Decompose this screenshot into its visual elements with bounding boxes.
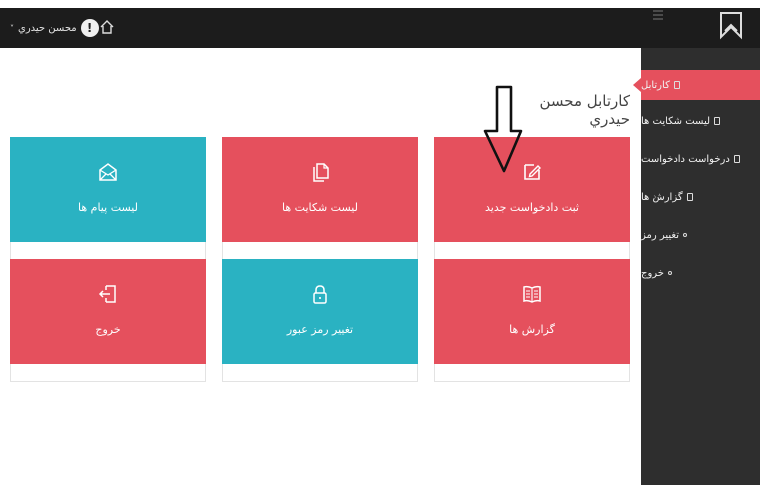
chevron-left-icon: ‹ xyxy=(653,191,657,203)
book-icon xyxy=(521,283,543,309)
sidebar-item-label: خروج xyxy=(641,267,664,279)
exit-icon xyxy=(97,283,119,309)
report-icon xyxy=(686,193,693,201)
sidebar: کارتابل لیست شکایت ها درخواست دادخواست ‹… xyxy=(633,48,760,485)
tile-label: تغییر رمز عبور xyxy=(286,323,354,336)
sidebar-item-dashboard[interactable]: کارتابل xyxy=(633,70,760,100)
sidebar-item-complaints[interactable]: لیست شکایت ها xyxy=(641,106,760,136)
sidebar-item-logout[interactable]: خروج xyxy=(641,258,760,288)
tile-label: لیست شکایت ها xyxy=(282,201,358,214)
sidebar-item-label: درخواست دادخواست xyxy=(641,153,730,165)
down-arrow-annotation xyxy=(481,85,525,179)
tile-logout[interactable]: خروج xyxy=(10,259,206,382)
tile-label: خروج xyxy=(95,323,121,336)
sidebar-item-label: کارتابل xyxy=(641,79,670,91)
top-navbar: ˅ محسن حيدري ! xyxy=(0,8,760,48)
lock-icon xyxy=(309,283,331,309)
mail-icon xyxy=(97,161,119,187)
sidebar-item-label: تغییر رمز xyxy=(641,229,680,241)
sidebar-item-change-password[interactable]: تغییر رمز xyxy=(641,220,760,250)
tile-label: گزارش ها xyxy=(509,323,555,336)
tile-messages-list[interactable]: لیست پیام ها xyxy=(10,137,206,260)
user-menu[interactable]: ˅ محسن حيدري ! xyxy=(10,17,99,39)
sidebar-item-label: لیست شکایت ها xyxy=(641,115,711,127)
sidebar-item-reports[interactable]: ‹ گزارش ها xyxy=(641,182,760,212)
logo-icon[interactable] xyxy=(718,10,744,44)
avatar[interactable]: ! xyxy=(80,19,99,37)
user-name[interactable]: محسن حيدري xyxy=(18,23,77,34)
hamburger-icon[interactable] xyxy=(651,8,665,22)
list-icon xyxy=(714,117,721,125)
tile-complaints-list[interactable]: لیست شکایت ها xyxy=(222,137,418,260)
tile-label: لیست پیام ها xyxy=(78,201,138,214)
document-icon xyxy=(733,155,740,163)
tile-reports[interactable]: گزارش ها xyxy=(434,259,630,382)
tile-label: ثبت دادخواست جدید xyxy=(485,201,579,214)
dashboard-icon xyxy=(673,81,680,89)
home-icon[interactable] xyxy=(99,19,115,39)
documents-icon xyxy=(309,161,331,187)
tile-new-petition[interactable]: ثبت دادخواست جدید xyxy=(434,137,630,260)
chevron-down-icon: ˅ xyxy=(10,23,14,33)
sidebar-item-label: گزارش ها xyxy=(641,191,683,203)
key-icon xyxy=(683,233,688,237)
tile-change-password[interactable]: تغییر رمز عبور xyxy=(222,259,418,382)
exit-icon xyxy=(667,271,672,275)
sidebar-item-petition[interactable]: درخواست دادخواست xyxy=(641,144,760,174)
